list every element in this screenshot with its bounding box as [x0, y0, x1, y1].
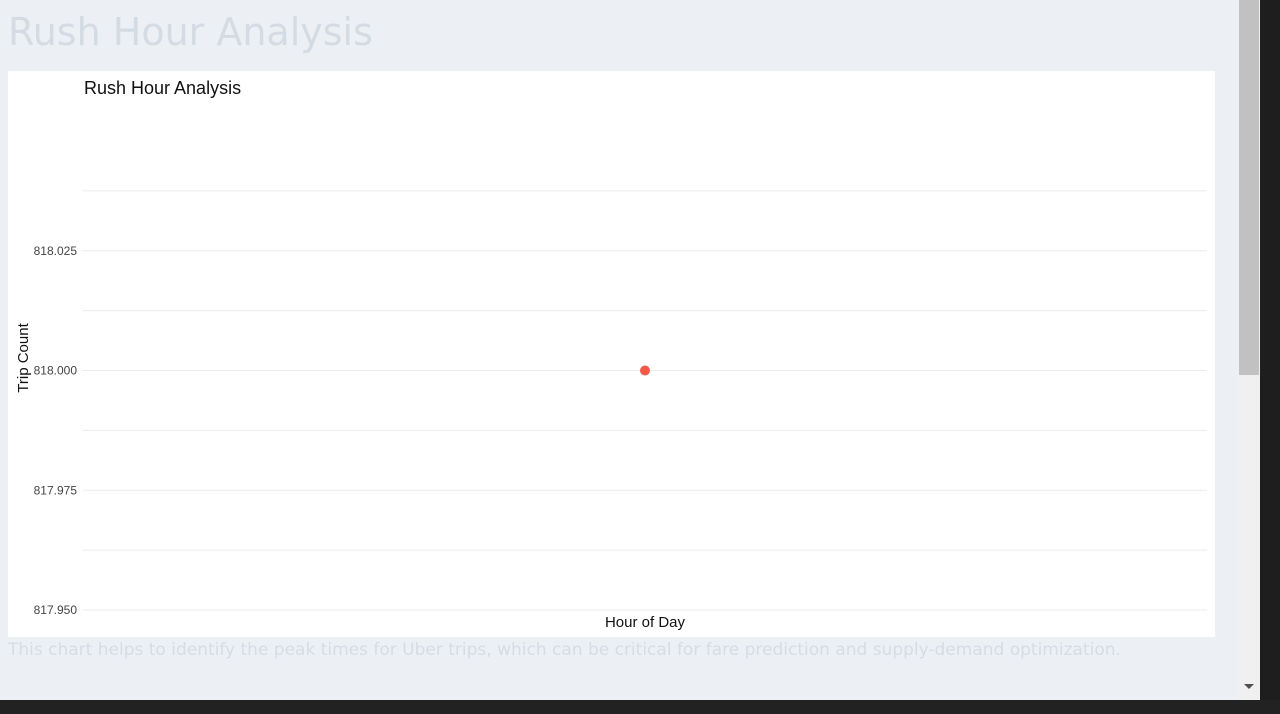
data-points — [640, 365, 650, 376]
y-tick-label: 818.000 — [34, 364, 78, 378]
chart-title: Rush Hour Analysis — [84, 78, 241, 98]
y-axis-label: Trip Count — [15, 322, 32, 392]
vertical-scrollbar[interactable] — [1238, 0, 1260, 700]
y-tick-label: 818.025 — [34, 244, 78, 258]
bottom-bar — [0, 700, 1280, 714]
window-edge — [1260, 0, 1280, 700]
chart-panel: 817.950 817.975 818.000 818.025 Rush Hour A… — [8, 71, 1215, 637]
y-axis-ticks: 817.950 817.975 818.000 818.025 — [34, 244, 78, 617]
page: Rush Hour Analysis 817.950 817.975 818.000… — [0, 0, 1238, 700]
scrollbar-thumb[interactable] — [1239, 0, 1259, 375]
x-axis-label: Hour of Day — [605, 614, 686, 631]
data-point[interactable] — [640, 365, 650, 376]
y-tick-label: 817.975 — [34, 483, 78, 497]
page-title: Rush Hour Analysis — [8, 10, 373, 54]
chart-caption: This chart helps to identify the peak ti… — [8, 640, 1121, 660]
scatter-chart: 817.950 817.975 818.000 818.025 Rush Hour A… — [15, 78, 1207, 631]
scroll-down-arrow-icon[interactable] — [1244, 684, 1254, 689]
y-tick-label: 817.950 — [34, 603, 78, 617]
